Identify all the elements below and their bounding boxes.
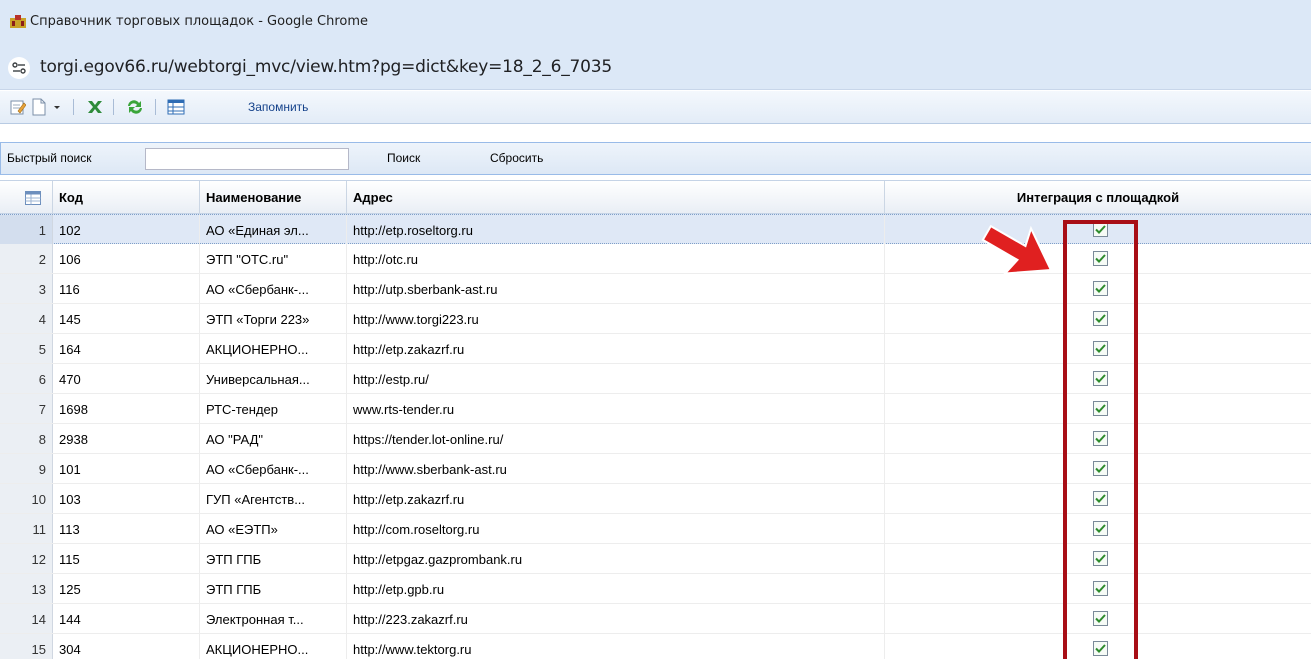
search-button[interactable]: Поиск [387,151,420,165]
grid-header: Код Наименование Адрес Интеграция с площ… [0,180,1311,214]
edit-button[interactable] [10,98,26,116]
browser-title-bar: Справочник торговых площадок - Google Ch… [0,0,1311,45]
quick-search-input[interactable] [145,148,349,170]
grid-settings-icon [167,99,185,115]
row-number-header[interactable] [0,181,53,214]
column-header-name[interactable]: Наименование [200,181,347,214]
coat-of-arms-icon [10,15,26,28]
quick-search-bar: Быстрый поиск Поиск Сбросить [0,142,1311,175]
address-bar[interactable]: torgi.egov66.ru/webtorgi_mvc/view.htm?pg… [0,45,1311,90]
refresh-button[interactable] [125,98,145,116]
grid-menu-icon [25,191,41,205]
refresh-icon [128,100,142,114]
excel-export-icon [88,101,102,113]
toolbar-separator [113,99,114,115]
column-header-code[interactable]: Код [53,181,200,214]
site-info-icon[interactable] [8,57,30,79]
toolbar-separator [155,99,156,115]
reset-button[interactable]: Сбросить [490,151,543,165]
window-title: Справочник торговых площадок - Google Ch… [30,14,369,29]
remember-button[interactable]: Запомнить [248,100,308,114]
red-arrow-icon [981,224,1053,275]
dropdown-caret-icon [54,106,60,109]
url-text[interactable]: torgi.egov66.ru/webtorgi_mvc/view.htm?pg… [40,57,612,77]
column-header-integration[interactable]: Интеграция с площадкой [885,181,1311,214]
toolbar-separator [73,99,74,115]
excel-export-button[interactable] [86,98,104,116]
column-header-address[interactable]: Адрес [347,181,885,214]
grid-settings-button[interactable] [167,98,185,116]
highlight-frame [1063,220,1138,659]
edit-icon [10,100,26,115]
quick-search-label: Быстрый поиск [7,151,92,165]
new-document-dropdown[interactable] [53,98,61,116]
new-document-button[interactable] [31,98,47,116]
grid-toolbar: Запомнить [0,91,1311,124]
new-document-icon [32,98,46,116]
